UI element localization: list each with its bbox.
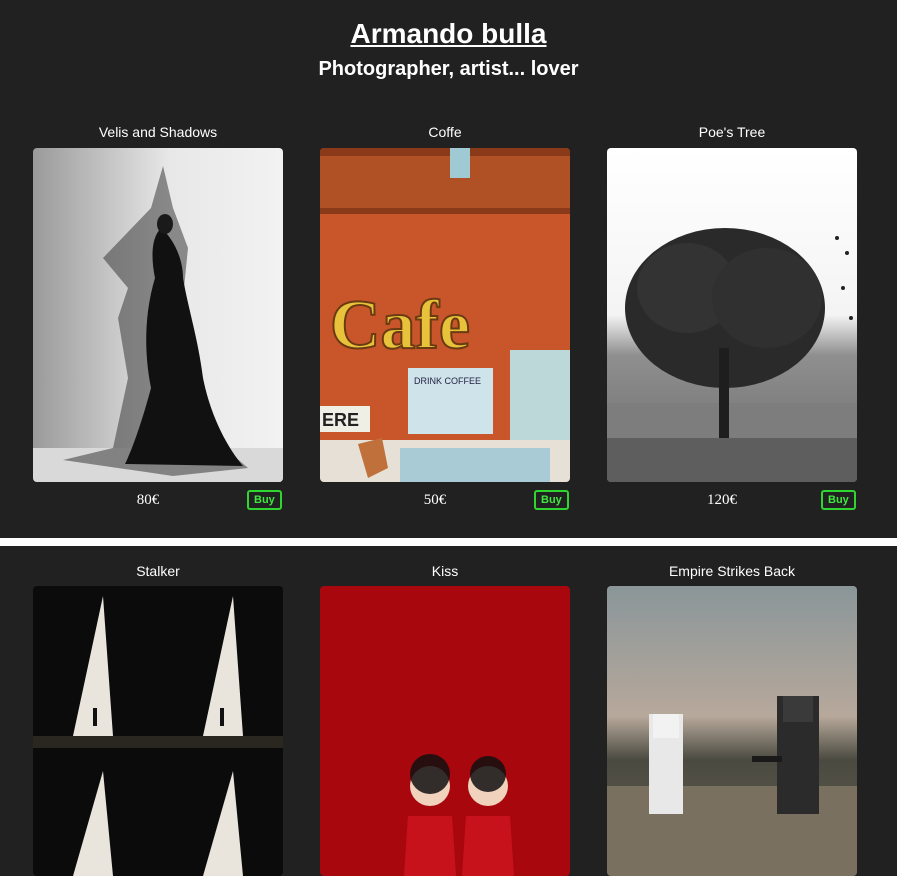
- gallery-row-1: Velis and Shadows 80€ Buy Coffe Cafe DRI…: [0, 110, 897, 538]
- product-photo-stalker[interactable]: [33, 586, 283, 876]
- buy-button[interactable]: Buy: [534, 490, 569, 510]
- product-price: 120€: [707, 492, 737, 508]
- arrow-sign-text: ERE: [322, 410, 359, 430]
- gallery-row-2: Stalker Kiss Empire Strikes Back: [0, 546, 897, 876]
- buy-button[interactable]: Buy: [247, 490, 282, 510]
- row-separator: [0, 538, 897, 546]
- tree-photo: [607, 148, 857, 482]
- product-photo-coffe[interactable]: Cafe DRINK COFFEE ERE: [320, 148, 570, 482]
- kissing-dolls-photo: [320, 586, 570, 876]
- product-photo-velis[interactable]: [33, 148, 283, 482]
- product-title: Velis and Shadows: [98, 124, 218, 140]
- stormtrooper-photo: [607, 586, 857, 876]
- product-title: Stalker: [136, 563, 180, 579]
- product-photo-empire[interactable]: [607, 586, 857, 876]
- product-title: Coffe: [428, 124, 462, 140]
- product-title: Kiss: [431, 563, 459, 579]
- buy-button[interactable]: Buy: [821, 490, 856, 510]
- product-photo-kiss[interactable]: [320, 586, 570, 876]
- cafe-sign-text: Cafe: [330, 287, 470, 364]
- product-photo-poes-tree[interactable]: [607, 148, 857, 482]
- product-title: Empire Strikes Back: [668, 563, 796, 579]
- drink-coffee-text: DRINK COFFEE: [414, 376, 481, 386]
- site-title: Armando bulla: [350, 18, 547, 49]
- cave-photo: [33, 586, 283, 876]
- cafe-sign-photo: Cafe DRINK COFFEE ERE: [320, 148, 570, 482]
- product-price: 80€: [136, 492, 160, 508]
- product-title: Poe's Tree: [698, 124, 766, 140]
- site-subtitle: Photographer, artist... lover: [318, 58, 579, 80]
- veiled-woman-photo: [33, 148, 283, 482]
- product-price: 50€: [423, 492, 447, 508]
